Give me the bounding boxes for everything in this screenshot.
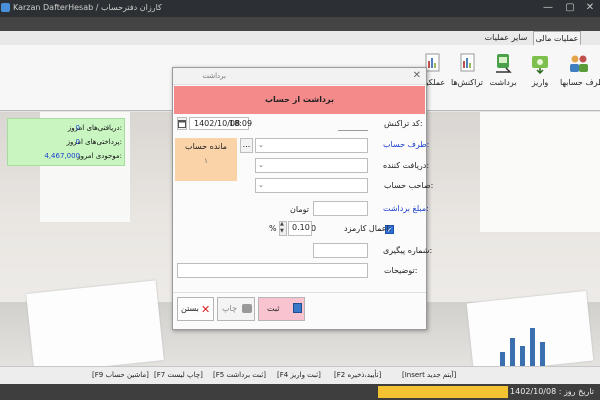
print-label: چاپ [222, 304, 237, 313]
close-button[interactable]: ✕ بستن [177, 297, 214, 321]
summary-row: پرداختی‌های امروز: 0 [8, 136, 126, 150]
promo-banner [378, 386, 508, 398]
fee-percent-spinner[interactable] [279, 221, 287, 236]
transactions-icon [456, 52, 478, 74]
app-logo-icon [1, 3, 10, 12]
amount-input[interactable] [313, 201, 368, 216]
minimize-button[interactable]: — [536, 0, 560, 17]
chevron-down-icon: ⌄ [258, 141, 264, 149]
title-bar: Karzan DafterHesab / کارزان دفترحساب — ▢… [0, 0, 600, 17]
dialog-close-icon[interactable]: ✕ [413, 70, 421, 81]
chevron-down-icon: ⌄ [258, 161, 264, 169]
shortcut-f4: [F4 ثبت واریز] [277, 371, 321, 379]
ribbon-label-accounts: طرف حسابها [560, 78, 600, 87]
time-value: 18:09 [229, 119, 253, 128]
shortcut-f9: [F9 ماشین حساب] [92, 371, 149, 379]
bg-paper [26, 280, 164, 372]
balance-value: ۱ [204, 157, 208, 165]
owner-label: صاحب حساب: [384, 181, 434, 190]
close-x-icon: ✕ [201, 303, 211, 316]
receiver-combo[interactable]: ⌄ [255, 158, 368, 173]
bg-window [480, 112, 600, 232]
summary-value: 4,467,000 [44, 152, 80, 160]
printer-icon [242, 304, 252, 313]
amount-unit: تومان [290, 205, 309, 214]
save-label: ثبت [267, 304, 280, 313]
receiver-label: دریافت کننده: [383, 161, 430, 170]
account-label: طرف حساب: [383, 140, 430, 149]
summary-row: موجودی امروز: 4,467,000 [8, 150, 126, 164]
tab-financial-operations[interactable]: عملیات مالی [533, 31, 581, 45]
owner-combo[interactable]: ⌄ [255, 178, 368, 193]
description-input[interactable] [177, 263, 368, 278]
account-browse-button[interactable]: ... [240, 138, 253, 153]
ribbon-label-withdraw: برداشت [489, 78, 517, 87]
print-button[interactable]: چاپ [217, 297, 255, 321]
ribbon-button-transactions[interactable]: تراکنش‌ها [448, 50, 486, 104]
withdraw-icon [492, 52, 514, 74]
balance-title: مانده حساب [185, 142, 227, 151]
account-balance-box: مانده حساب ۱ [175, 138, 237, 181]
summary-label: موجودی امروز: [77, 152, 122, 160]
dialog-title-bar: ✕ برداشت [173, 68, 426, 85]
ribbon-button-deposit[interactable]: واریز [521, 50, 559, 104]
shortcut-f2: [F2 تأیید،ذخیره] [334, 371, 382, 379]
calendar-icon[interactable] [177, 117, 187, 130]
percent-sign: % [269, 224, 277, 233]
tab-other-operations[interactable]: سایر عملیات [480, 31, 532, 45]
chevron-down-icon: ⌄ [258, 181, 264, 189]
description-label: توضیحات: [384, 266, 418, 275]
ribbon-button-withdraw[interactable]: برداشت [484, 50, 522, 104]
shortcut-insert: [Insert آیتم جدید] [402, 371, 457, 379]
withdraw-dialog: ✕ برداشت برداشت از حساب [172, 67, 427, 330]
ribbon-button-accounts[interactable]: طرف حسابها [560, 50, 600, 104]
summary-value: 0 [75, 124, 80, 132]
daily-summary-panel: دریافتی‌های امروز: 0 پرداختی‌های امروز: … [7, 118, 125, 166]
fee-percent-input[interactable]: 0.10 [288, 221, 312, 236]
transaction-code-label: کد تراکنش: [384, 119, 423, 128]
summary-value: 0 [75, 138, 80, 146]
shortcut-f7: [F7 چاپ لیست] [154, 371, 203, 379]
close-window-button[interactable]: ✕ [578, 0, 600, 17]
ribbon-label-deposit: واریز [531, 78, 549, 87]
window-title: Karzan DafterHesab / کارزان دفترحساب [13, 3, 162, 12]
ribbon-label-transactions: تراکنش‌ها [451, 78, 483, 87]
shortcut-f5: [F5 ثبت برداشت] [213, 371, 266, 379]
dialog-header: برداشت از حساب [174, 86, 425, 114]
close-label: بستن [181, 304, 199, 313]
people-icon [568, 52, 590, 74]
shortcut-bar: [Insert آیتم جدید] [F2 تأیید،ذخیره] [F4 … [0, 366, 600, 384]
status-date: تاریخ روز : 1402/10/08 [510, 387, 594, 396]
summary-row: دریافتی‌های امروز: 0 [8, 122, 126, 136]
deposit-icon [529, 52, 551, 75]
tracking-input[interactable] [313, 243, 368, 258]
save-icon [293, 303, 302, 313]
status-bar: تاریخ روز : 1402/10/08 [0, 384, 600, 400]
transaction-code-value [338, 130, 368, 131]
fee-label: اعمال کارمزد: [344, 224, 392, 233]
amount-label: مبلغ برداشت: [383, 204, 429, 213]
tracking-label: شماره پیگیری: [383, 246, 433, 255]
fee-percent-value: 0.10 [292, 223, 310, 232]
ribbon-dark-strip [0, 17, 600, 31]
dialog-separator [173, 292, 426, 293]
account-combo[interactable]: ⌄ [255, 138, 368, 153]
dialog-window-title: برداشت [202, 72, 226, 80]
save-button[interactable]: ثبت [258, 297, 305, 321]
